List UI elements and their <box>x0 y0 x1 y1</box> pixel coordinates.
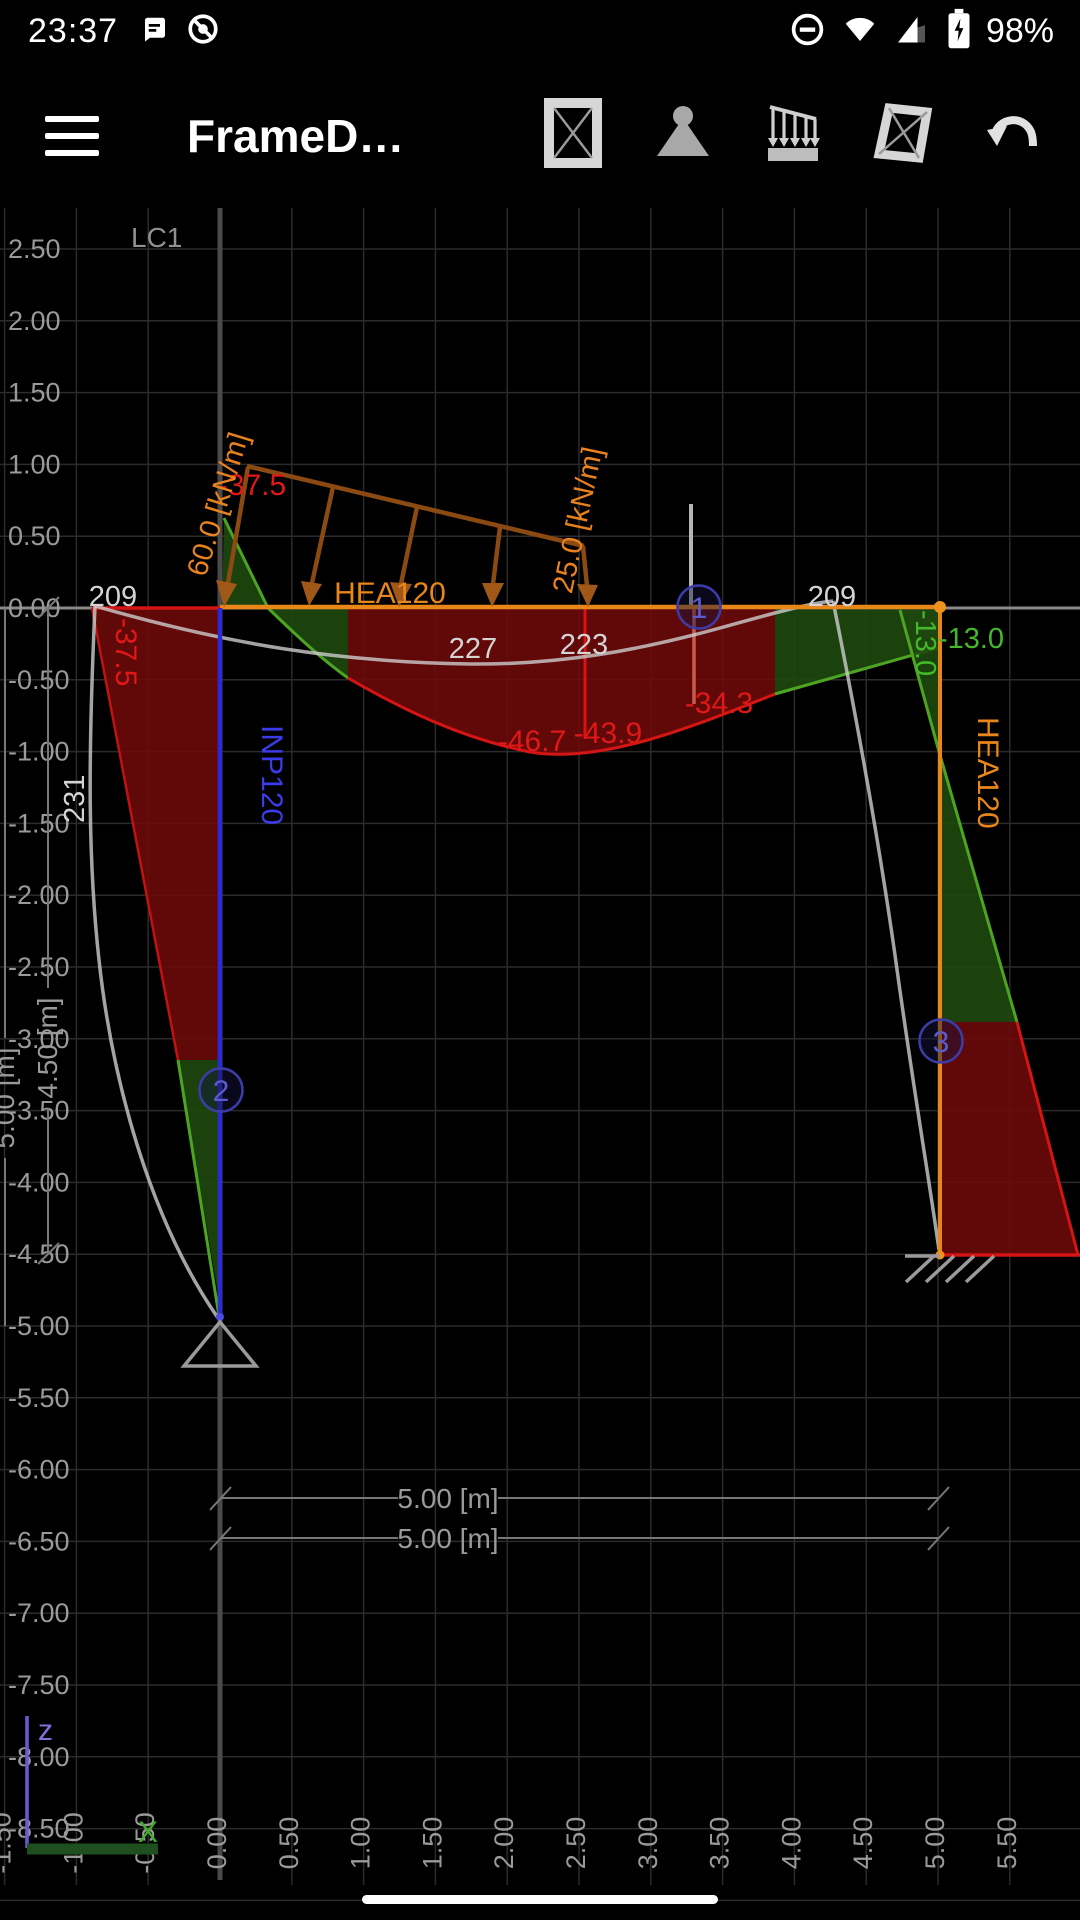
dim-right-column-height: 4.50 [m] <box>32 997 63 1098</box>
wifi-icon <box>840 11 880 52</box>
member-number-2[interactable]: 2 <box>200 1069 243 1112</box>
bottom-axis-label: -1.00 <box>58 1812 88 1874</box>
app-toolbar: FrameD… <box>0 63 1080 208</box>
notification-blocked-icon <box>186 12 220 51</box>
z-axis-label: z <box>38 1714 53 1747</box>
dim-span-1: 5.00 [m] <box>397 1483 498 1514</box>
support-icon <box>651 104 715 167</box>
bottom-axis-label: 2.50 <box>561 1817 591 1870</box>
deflection-right-joint: 209 <box>808 581 856 613</box>
grid <box>0 206 1080 1900</box>
moment-beam-load-end: -43.9 <box>574 717 642 750</box>
frame-icon <box>873 102 933 169</box>
moment-right-column-top-rot: -13.0 <box>909 610 941 676</box>
dim-span-2: 5.00 [m] <box>397 1523 498 1554</box>
left-column-section-label: INP120 <box>255 725 288 825</box>
battery-percent: 98% <box>986 12 1054 51</box>
left-axis-label: -2.50 <box>8 952 70 982</box>
deflection-beam-mid2: 223 <box>560 629 608 661</box>
left-axis-label: -0.50 <box>8 665 70 695</box>
left-axis-label: 0.50 <box>8 521 61 551</box>
bottom-axis-label: 3.00 <box>633 1817 663 1870</box>
distributed-load-button[interactable] <box>762 102 824 170</box>
undo-button[interactable] <box>982 102 1044 170</box>
bottom-axis-label: 4.50 <box>848 1817 878 1870</box>
app-title: FrameD… <box>187 109 404 163</box>
left-axis-label: -2.00 <box>8 880 70 910</box>
bottom-axis-label: -1.50 <box>0 1812 17 1874</box>
left-axis-label: 0.00 <box>8 593 61 623</box>
moment-left-column-top: -37.5 <box>109 618 142 686</box>
gesture-handle[interactable] <box>362 1895 718 1904</box>
bottom-axis-label: 1.50 <box>417 1817 447 1870</box>
do-not-disturb-icon <box>789 11 826 53</box>
beam-section-label: HEA120 <box>334 577 446 610</box>
bottom-axis-label: 5.50 <box>992 1817 1022 1870</box>
left-axis-label: 1.00 <box>8 449 61 479</box>
moment-right-column-top: -13.0 <box>938 623 1004 655</box>
bottom-axis-label: 5.00 <box>920 1817 950 1870</box>
deflection-beam-mid: 227 <box>449 633 497 665</box>
menu-button[interactable] <box>45 116 99 156</box>
left-axis-label: -5.50 <box>8 1383 70 1413</box>
battery-charging-icon <box>946 8 972 55</box>
svg-text:3: 3 <box>933 1026 950 1059</box>
svg-text:2: 2 <box>213 1075 230 1108</box>
left-axis-label: -5.00 <box>8 1311 70 1341</box>
load-case-label: LC1 <box>131 222 182 253</box>
frame-button[interactable] <box>872 102 934 170</box>
bottom-axis-label: 0.50 <box>274 1817 304 1870</box>
bottom-axis-label: 2.00 <box>489 1817 519 1870</box>
bottom-axis-label: 4.00 <box>776 1817 806 1870</box>
clock: 23:37 <box>28 12 118 51</box>
left-axis-label: -4.50 <box>8 1239 70 1269</box>
support-button[interactable] <box>652 102 714 170</box>
moment-beam-min: -46.7 <box>498 725 566 758</box>
left-axis-label: -6.00 <box>8 1455 70 1485</box>
status-bar: 23:37 98% <box>0 0 1080 63</box>
fixed-support <box>905 1256 994 1282</box>
left-axis-label: -6.50 <box>8 1526 70 1556</box>
deflection-left-joint: 209 <box>89 581 137 613</box>
bottom-axis-label: 1.00 <box>346 1817 376 1870</box>
left-axis-label: -7.50 <box>8 1670 70 1700</box>
dim-left-column-height: 5.00 [m] <box>0 1047 20 1148</box>
load-value-right: 25.0 [kN/m] <box>547 444 609 596</box>
left-axis-label: -1.00 <box>8 737 70 767</box>
bottom-axis-label: 0.00 <box>202 1817 232 1870</box>
moment-beam-section: -34.3 <box>685 687 753 720</box>
member-number-1[interactable]: 1 <box>678 586 721 629</box>
cross-section-button[interactable] <box>542 102 604 170</box>
bottom-axis-label: 3.50 <box>705 1817 735 1870</box>
undo-icon <box>985 108 1041 163</box>
cell-signal-icon <box>894 11 932 52</box>
svg-text:1: 1 <box>691 592 708 625</box>
x-axis-label: X <box>138 1816 158 1849</box>
right-column-section-label: HEA120 <box>971 717 1004 829</box>
left-axis-label: -7.00 <box>8 1598 70 1628</box>
left-axis-label: 2.50 <box>8 234 61 264</box>
distributed-load-icon <box>764 101 822 170</box>
cross-section-icon <box>544 98 602 173</box>
left-axis-label: 2.00 <box>8 306 61 336</box>
left-axis-label: -4.00 <box>8 1167 70 1197</box>
notification-message-icon <box>140 14 170 49</box>
member-number-3[interactable]: 3 <box>920 1020 963 1063</box>
deflection-left-column: 231 <box>59 775 91 823</box>
structure-canvas[interactable]: 2.50 2.00 1.50 1.00 0.50 0.00 -0.50 -1.00 -1.50 -… <box>0 0 1080 1920</box>
left-axis-label: 1.50 <box>8 378 61 408</box>
